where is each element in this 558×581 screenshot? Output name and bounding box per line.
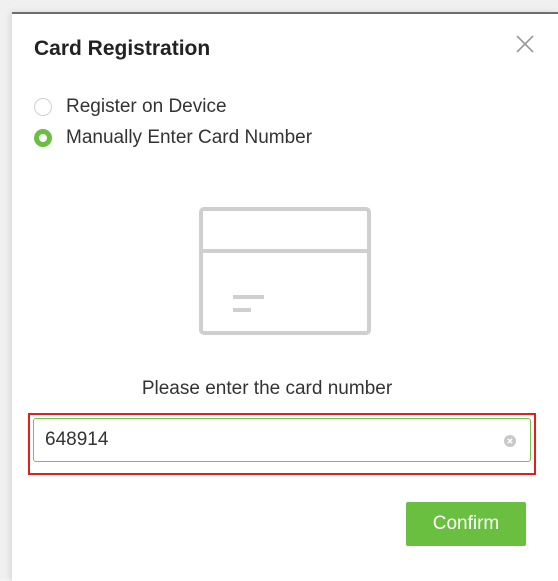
radio-unselected-icon[interactable]: [34, 98, 52, 116]
radio-manual-card-number[interactable]: Manually Enter Card Number: [34, 127, 312, 149]
close-icon[interactable]: [514, 33, 536, 55]
card-number-input-wrapper: [33, 418, 531, 462]
card-number-prompt: Please enter the card number: [141, 378, 393, 399]
radio-label-manual-card-number: Manually Enter Card Number: [66, 127, 313, 148]
clear-icon[interactable]: [504, 434, 516, 447]
confirm-button[interactable]: Confirm: [406, 502, 526, 546]
radio-selected-icon[interactable]: [34, 129, 52, 147]
radio-register-on-device[interactable]: Register on Device: [34, 96, 227, 118]
radio-label-register-on-device: Register on Device: [66, 96, 227, 117]
dialog-title: Card Registration: [34, 37, 211, 60]
card-icon: [199, 207, 371, 340]
card-number-input[interactable]: [34, 419, 495, 461]
